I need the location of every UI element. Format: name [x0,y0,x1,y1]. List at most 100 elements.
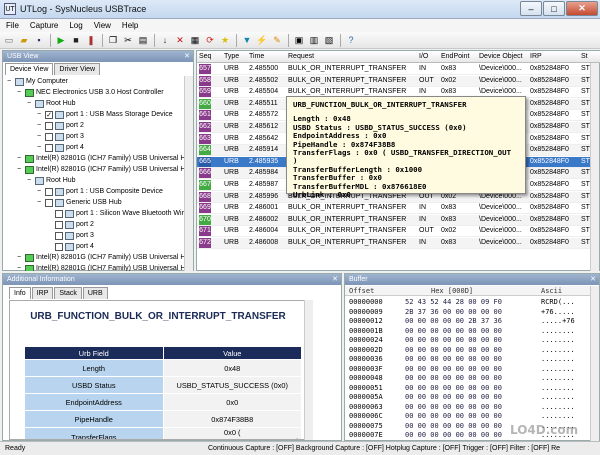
buffer-row[interactable]: 00000000 52 43 52 44 28 00 09 F0 RCRD(... [345,298,590,308]
buffer-row[interactable]: 00000024 00 00 00 00 00 00 00 00........ [345,336,590,346]
table-row[interactable]: 669 URB 2.486001 BULK_OR_INTERRUPT_TRANSFER… [197,203,591,215]
expander-icon[interactable]: − [17,265,24,271]
tree-node[interactable]: − Generic USB Hub [37,197,122,208]
copy-icon[interactable]: ❐ [106,33,120,47]
checkbox[interactable] [45,198,53,207]
tree-node[interactable]: − My Computer [7,76,68,87]
buffer-row[interactable]: 00000051 00 00 00 00 00 00 00 00........ [345,384,590,394]
col-type[interactable]: Type [224,53,239,60]
expander-icon[interactable]: − [37,133,44,140]
tree-node[interactable]: − Intel(R) 82801G (ICH7 Family) USB Unive… [17,153,185,164]
trigger-icon[interactable]: ⚡ [255,33,269,47]
buffer-row[interactable]: 00000012 00 00 00 00 00 2B 37 36 .....+76 [345,317,590,327]
refresh-icon[interactable]: ⟳ [203,33,217,47]
col-endpoint[interactable]: EndPoint [441,53,469,60]
tree-node[interactable]: − Root Hub [27,175,76,186]
tree-node[interactable]: − port 1 : USB Composite Device [37,186,163,197]
find-icon[interactable]: ▣ [292,33,306,47]
pause-icon[interactable]: ❚ [84,33,98,47]
expander-icon[interactable]: − [7,78,14,85]
tree-icon[interactable]: ▥ [307,33,321,47]
buffer-row[interactable]: 00000063 00 00 00 00 00 00 00 00........ [345,403,590,413]
tab-info[interactable]: Info [9,287,31,299]
buffer-scrollbar[interactable] [590,286,599,441]
tab-stack[interactable]: Stack [54,287,82,299]
tree-node[interactable]: − ✓ port 1 : USB Mass Storage Device [37,109,173,120]
tree-node[interactable]: port 2 [47,219,94,230]
info-scrollbar[interactable] [304,300,313,440]
close-button[interactable]: ✕ [566,1,598,16]
buffer-row[interactable]: 0000002D 00 00 00 00 00 00 00 00........ [345,346,590,356]
col-seq[interactable]: Seq [199,53,211,60]
down-icon[interactable]: ↓ [158,33,172,47]
tab-device-view[interactable]: Device View [5,63,54,75]
table-row[interactable]: 670 URB 2.486002 BULK_OR_INTERRUPT_TRANSFER… [197,214,591,226]
expander-icon[interactable]: − [37,144,44,151]
buffer-row[interactable]: 0000005A 00 00 00 00 00 00 00 00........ [345,393,590,403]
table-row[interactable]: 672 URB 2.486008 BULK_OR_INTERRUPT_TRANSFER… [197,238,591,249]
expander-icon[interactable]: − [17,166,24,173]
checkbox[interactable] [45,132,53,141]
close-icon[interactable]: ✕ [590,274,596,285]
expander-icon[interactable]: − [37,122,44,129]
open-icon[interactable]: ▰ [17,33,31,47]
col-status[interactable]: St [581,53,588,60]
tree-node[interactable]: port 1 : Silicon Wave Bluetooth Wire [47,208,185,219]
checkbox[interactable] [45,143,53,152]
checkbox[interactable] [55,242,63,251]
col-time[interactable]: Time [249,53,264,60]
col-request[interactable]: Request [288,53,314,60]
menu-file[interactable]: File [6,21,19,30]
buffer-row[interactable]: 00000048 00 00 00 00 00 00 00 00........ [345,374,590,384]
settings-icon[interactable]: ▧ [322,33,336,47]
buffer-row[interactable]: 0000001B 00 00 00 00 00 00 00 00........ [345,327,590,337]
menu-view[interactable]: View [94,21,111,30]
expander-icon[interactable]: − [37,111,44,118]
tree-node[interactable]: − port 2 [37,120,84,131]
buffer-row[interactable]: 00000036 00 00 00 00 00 00 00 00........ [345,355,590,365]
tree-scrollbar[interactable] [184,76,193,271]
delete-icon[interactable]: ✕ [173,33,187,47]
tab-driver-view[interactable]: Driver View [54,63,101,75]
table-scrollbar[interactable] [590,63,599,271]
table-row[interactable]: 657 URB 2.485500 BULK_OR_INTERRUPT_TRANSFER… [197,64,591,75]
tree-node[interactable]: − Intel(R) 82801G (ICH7 Family) USB Unive… [17,263,185,271]
close-icon[interactable]: ✕ [332,274,338,285]
tree-node[interactable]: port 3 [47,230,94,241]
col-io[interactable]: I/O [419,53,428,60]
table-row[interactable]: 671 URB 2.486004 BULK_OR_INTERRUPT_TRANSFER… [197,226,591,238]
tree-node[interactable]: − Root Hub [27,98,76,109]
tab-irp[interactable]: IRP [31,287,54,299]
cut-icon[interactable]: ✂ [121,33,135,47]
tree-node[interactable]: − Intel(R) 82801G (ICH7 Family) USB Unive… [17,252,185,263]
col-irp[interactable]: IRP [530,53,542,60]
buffer-row[interactable]: 00000009 2B 37 36 00 00 00 00 00 +76..... [345,308,590,318]
save-icon[interactable]: ▪ [32,33,46,47]
menu-log[interactable]: Log [69,21,82,30]
tree-node[interactable]: − NEC Electronics USB 3.0 Host Controller [17,87,164,98]
tab-urb[interactable]: URB [82,287,108,299]
new-icon[interactable]: ▭ [2,33,16,47]
expander-icon[interactable]: − [37,188,44,195]
tree-node[interactable]: − Intel(R) 82801G (ICH7 Family) USB Unive… [17,164,185,175]
checkbox[interactable] [55,231,63,240]
expander-icon[interactable]: − [17,89,24,96]
highlight-icon[interactable]: ✎ [270,33,284,47]
minimize-button[interactable]: – [520,1,542,16]
table-row[interactable]: 658 URB 2.485502 BULK_OR_INTERRUPT_TRANSFER… [197,75,591,87]
checkbox[interactable] [55,209,63,218]
checkbox[interactable] [55,220,63,229]
tree-node[interactable]: − port 3 [37,131,84,142]
expander-icon[interactable]: − [37,199,44,206]
help-icon[interactable]: ? [344,33,358,47]
col-device-object[interactable]: Device Object [479,53,523,60]
checkbox[interactable] [45,187,53,196]
filter-icon[interactable]: ▼ [240,33,254,47]
tree-node[interactable]: port 4 [47,241,94,252]
buffer-row[interactable]: 0000006C 00 00 00 00 00 00 00 00........ [345,412,590,422]
tree-node[interactable]: − port 4 [37,142,84,153]
paste-icon[interactable]: ▤ [136,33,150,47]
grid-icon[interactable]: ▦ [188,33,202,47]
buffer-row[interactable]: 0000003F 00 00 00 00 00 00 00 00........ [345,365,590,375]
checkbox[interactable] [45,121,53,130]
